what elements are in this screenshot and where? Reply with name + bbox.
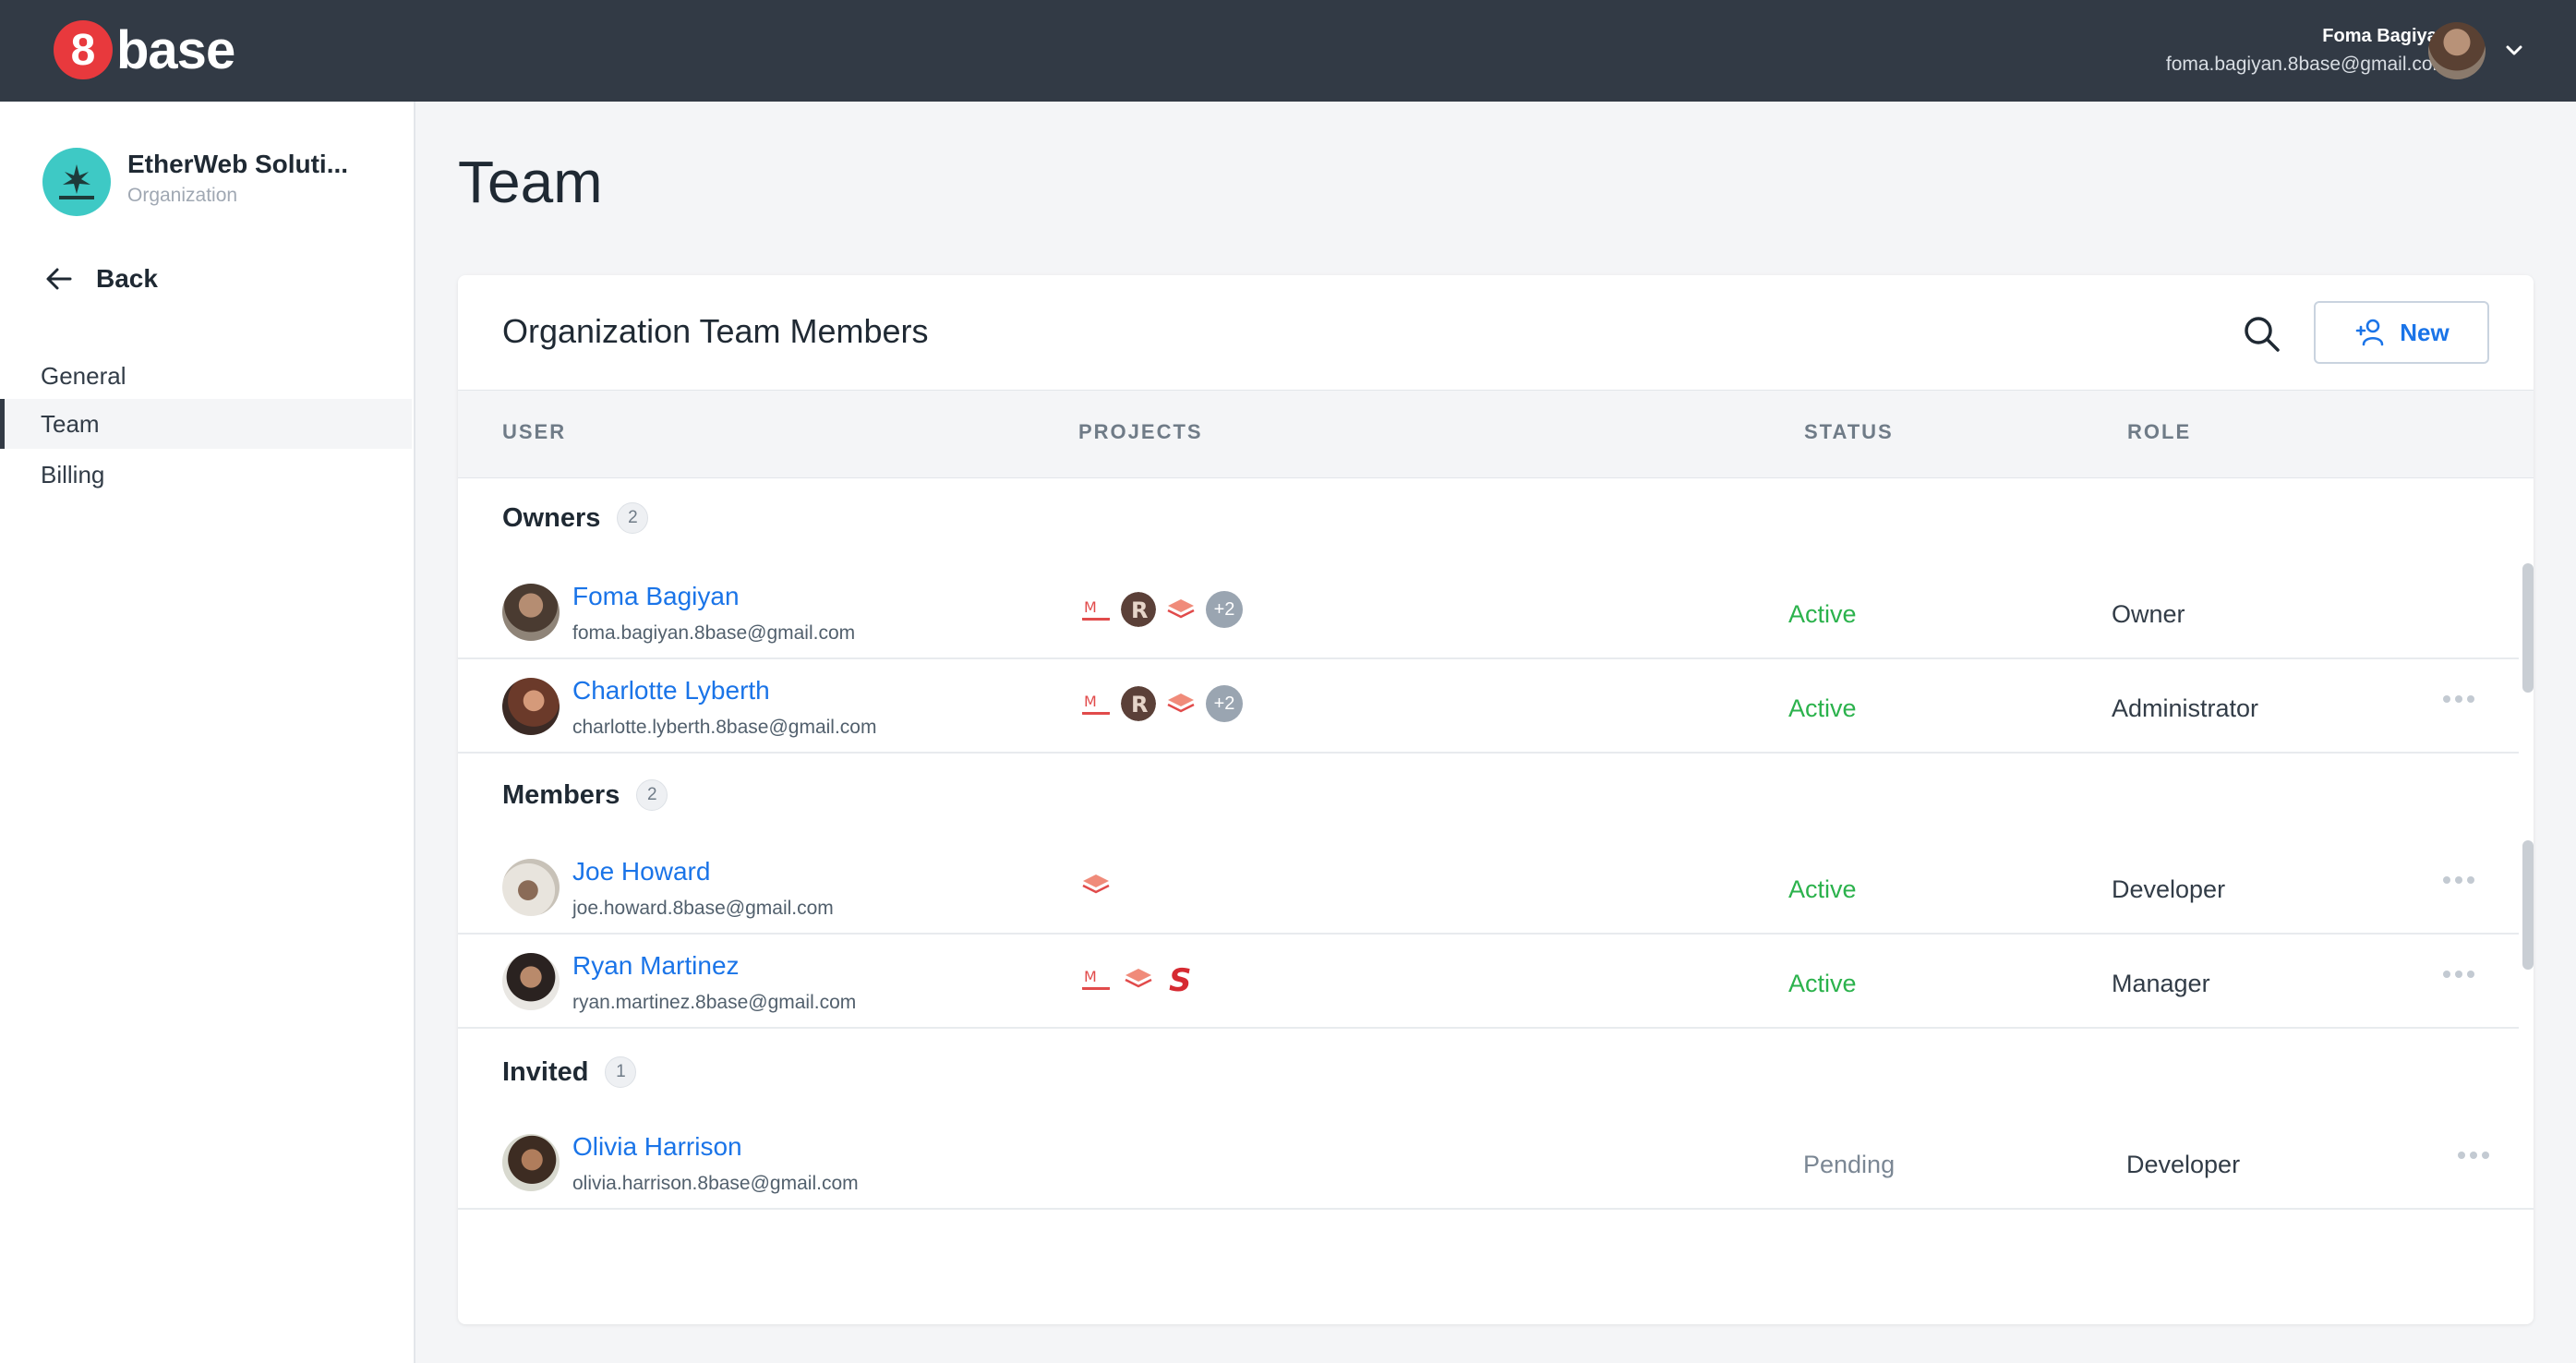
more-actions-icon[interactable] [2443,691,2487,709]
avatar [502,859,560,916]
more-actions-icon[interactable] [2443,872,2487,890]
user-info[interactable]: Foma Bagiyan foma.bagiyan.8base@gmail.co… [2166,22,2449,79]
more-actions-icon[interactable] [2458,1147,2502,1165]
more-projects-badge[interactable]: +2 [1206,685,1243,722]
avatar [502,1134,560,1191]
search-icon[interactable] [2240,312,2284,356]
table-row[interactable]: Joe Howard joe.howard.8base@gmail.com Ac… [458,838,2519,935]
user-email: charlotte.lyberth.8base@gmail.com [572,717,877,738]
project-stack-icon[interactable] [1163,686,1198,721]
project-logo-icon[interactable]: M [1078,592,1113,627]
project-r-icon[interactable]: R [1121,686,1156,721]
back-button[interactable]: Back [42,259,158,299]
more-projects-badge[interactable]: +2 [1206,591,1243,628]
project-stack-icon[interactable] [1163,592,1198,627]
user-name-link[interactable]: Charlotte Lyberth [572,676,770,706]
logo[interactable]: 8 base [54,19,235,80]
project-logo-icon[interactable]: M [1078,961,1113,996]
project-logo-icon[interactable]: M [1078,686,1113,721]
team-members-card: Organization Team Members New USER PROJE… [458,275,2534,1324]
svg-text:R: R [1131,597,1148,623]
status-badge: Active [1788,875,1857,903]
group-title: Invited [502,1056,589,1087]
user-name-link[interactable]: Foma Bagiyan [572,582,740,611]
role-label: Administrator [2112,694,2259,722]
new-button-label: New [2400,318,2450,346]
user-email: ryan.martinez.8base@gmail.com [572,992,857,1013]
project-r-icon[interactable]: R [1121,592,1156,627]
status-badge: Active [1788,600,1857,628]
add-user-icon [2355,319,2384,346]
arrow-left-icon [46,268,72,290]
card-title: Organization Team Members [502,312,929,350]
svg-text:S: S [1169,962,1192,996]
project-stack-icon[interactable] [1078,867,1113,902]
project-icons: M R +2 [1078,591,1243,628]
table-row[interactable]: Olivia Harrison olivia.harrison.8base@gm… [458,1114,2534,1210]
scrollbar-thumb[interactable] [2522,563,2534,693]
top-bar: 8 base Foma Bagiyan foma.bagiyan.8base@g… [0,0,2576,102]
svg-text:M: M [1084,693,1097,710]
user-email: olivia.harrison.8base@gmail.com [572,1173,859,1194]
group-owners: Owners 2 [502,502,649,534]
sidebar-item-team[interactable]: Team [0,399,412,449]
status-badge: Active [1788,694,1857,722]
sidebar-item-billing[interactable]: Billing [0,450,412,500]
logo-text: base [116,19,235,80]
svg-text:R: R [1131,692,1148,718]
group-count: 2 [636,779,668,811]
status-badge: Pending [1803,1151,1896,1178]
role-label: Manager [2112,970,2210,997]
back-label: Back [96,264,158,293]
more-actions-icon[interactable] [2443,966,2487,984]
column-status[interactable]: STATUS [1804,420,1894,444]
avatar [502,584,560,641]
table-row[interactable]: Foma Bagiyan foma.bagiyan.8base@gmail.co… [458,563,2519,659]
org-name: EtherWeb Soluti... [127,150,349,178]
user-email: foma.bagiyan.8base@gmail.com [2165,54,2449,75]
group-members: Members 2 [502,779,668,811]
sidebar-item-general[interactable]: General [0,351,412,401]
column-role[interactable]: ROLE [2127,420,2191,444]
sidebar: EtherWeb Soluti... Organization Back Gen… [0,102,415,1363]
group-title: Owners [502,502,601,533]
user-name-link[interactable]: Ryan Martinez [572,951,740,981]
group-count: 2 [617,502,649,534]
role-label: Owner [2112,600,2185,628]
user-name: Foma Bagiyan [2322,26,2449,46]
user-email: foma.bagiyan.8base@gmail.com [572,622,856,644]
org-type: Organization [127,185,238,206]
page-title: Team [458,149,603,215]
logo-badge: 8 [54,20,113,79]
group-title: Members [502,779,620,810]
svg-text:M: M [1084,598,1097,616]
role-label: Developer [2112,875,2226,903]
project-icons: M R +2 [1078,685,1243,722]
status-badge: Active [1788,970,1857,997]
user-name-link[interactable]: Olivia Harrison [572,1132,742,1162]
chevron-down-icon[interactable] [2500,37,2528,65]
group-invited: Invited 1 [502,1056,637,1088]
role-label: Developer [2126,1151,2241,1178]
column-user[interactable]: USER [502,420,566,444]
user-avatar[interactable] [2428,22,2486,79]
user-email: joe.howard.8base@gmail.com [572,898,834,919]
column-projects[interactable]: PROJECTS [1078,420,1203,444]
table-row[interactable]: Ryan Martinez ryan.martinez.8base@gmail.… [458,933,2519,1029]
scrollbar-thumb[interactable] [2522,840,2534,970]
avatar [502,678,560,735]
user-name-link[interactable]: Joe Howard [572,857,710,887]
svg-text:M: M [1084,968,1097,985]
project-stack-icon[interactable] [1121,961,1156,996]
project-s-icon[interactable]: S [1163,961,1198,996]
project-icons: M S [1078,960,1198,997]
table-row[interactable]: Charlotte Lyberth charlotte.lyberth.8bas… [458,657,2519,754]
avatar [502,953,560,1010]
table-header: USER PROJECTS STATUS ROLE [458,390,2534,478]
group-count: 1 [605,1056,637,1088]
project-icons [1078,866,1113,903]
new-member-button[interactable]: New [2314,301,2489,364]
org-logo [42,148,111,216]
